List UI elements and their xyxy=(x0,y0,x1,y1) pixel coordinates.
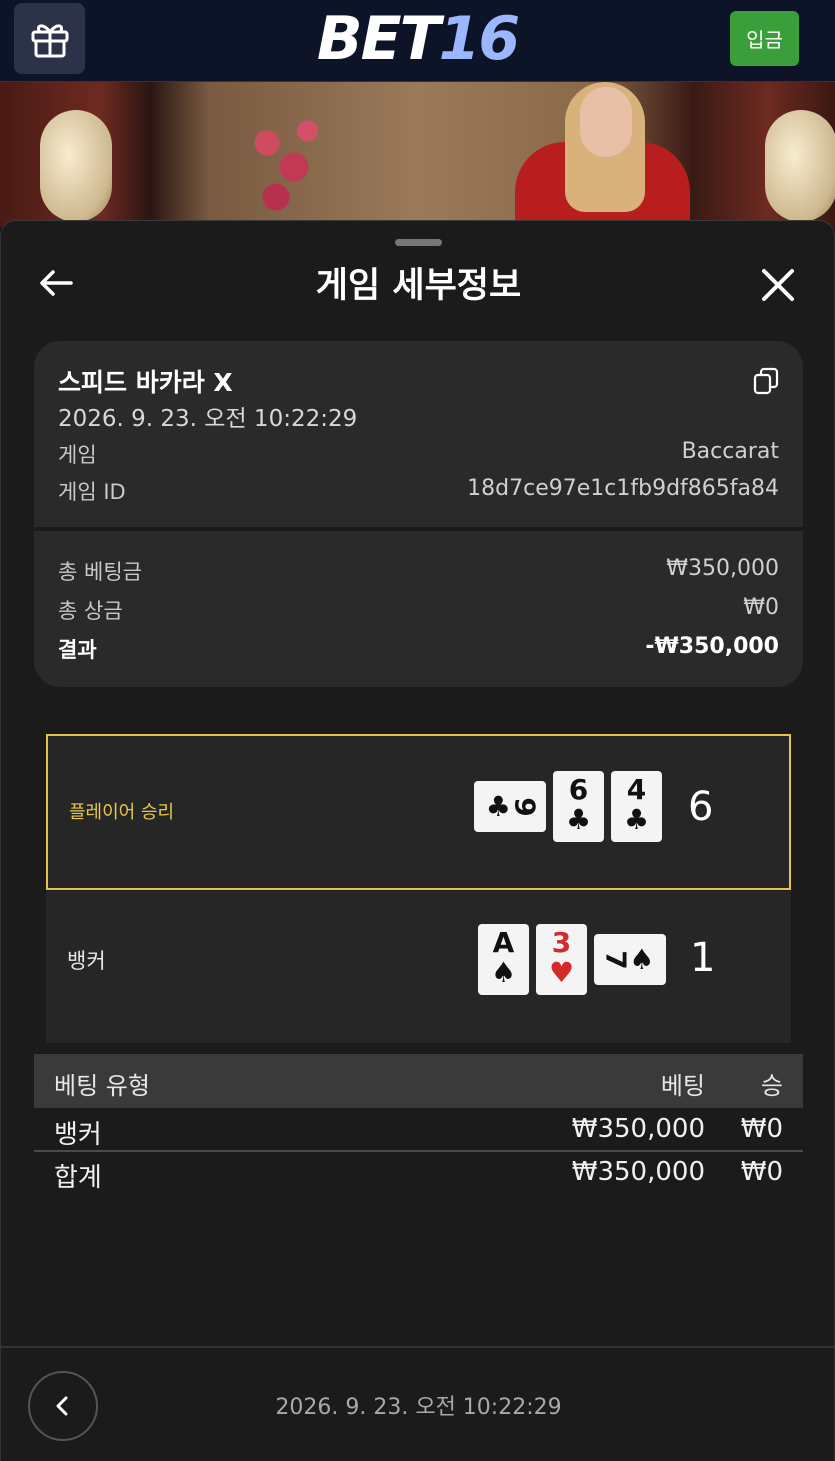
bet-summary-card: 총 베팅금 ₩350,000 총 상금 ₩0 결과 -₩350,000 xyxy=(34,531,803,687)
playing-card: A ♠ xyxy=(478,924,529,995)
game-value: Baccarat xyxy=(681,439,779,464)
sheet-title: 게임 세부정보 xyxy=(315,266,522,306)
lantern-decoration xyxy=(40,110,112,222)
banker-score: 1 xyxy=(690,935,716,981)
player-result-label: 플레이어 승리 xyxy=(69,802,175,823)
table-total-row: 합계 ₩350,000 ₩0 xyxy=(34,1153,803,1195)
game-details-sheet: 게임 세부정보 스피드 바카라 X 2026. 9. 23. 오전 10:22:… xyxy=(0,220,835,1461)
total-bet-value: ₩350,000 xyxy=(666,556,779,581)
drag-handle[interactable] xyxy=(395,239,442,246)
deposit-button[interactable]: 입금 xyxy=(730,11,799,66)
game-label: 게임 xyxy=(58,443,97,467)
win-amount-cell: ₩0 xyxy=(740,1114,783,1144)
game-info-card: 스피드 바카라 X 2026. 9. 23. 오전 10:22:29 게임 Ba… xyxy=(34,341,803,527)
table-row: 뱅커 ₩350,000 ₩0 xyxy=(34,1110,803,1152)
brand-logo[interactable]: BET16 xyxy=(0,4,835,74)
player-cards: ♣ 9 6 ♣ 4 ♣ xyxy=(474,771,662,842)
col-bet: 베팅 xyxy=(660,1072,705,1100)
flower-decoration xyxy=(240,107,330,227)
game-datetime: 2026. 9. 23. 오전 10:22:29 xyxy=(58,406,358,432)
bet-amount-cell: ₩350,000 xyxy=(571,1114,705,1144)
total-win-cell: ₩0 xyxy=(740,1157,783,1187)
playing-card: 3 ♥ xyxy=(536,924,587,995)
footer-datetime: 2026. 9. 23. 오전 10:22:29 xyxy=(275,1395,562,1420)
banker-result-box: 뱅커 A ♠ 3 ♥ 7 ♠ 1 xyxy=(46,891,791,1043)
total-win-value: ₩0 xyxy=(743,595,779,620)
result-value: -₩350,000 xyxy=(645,634,779,659)
game-id-label: 게임 ID xyxy=(58,480,126,504)
playing-card: ♣ 9 xyxy=(474,781,546,832)
lantern-decoration xyxy=(765,110,835,222)
footer-divider xyxy=(1,1346,835,1348)
game-name: 스피드 바카라 X xyxy=(58,368,233,397)
game-id-value: 18d7ce97e1c1fb9df865fa84 xyxy=(467,476,779,501)
player-score: 6 xyxy=(688,784,714,830)
banker-result-label: 뱅커 xyxy=(67,949,106,973)
playing-card: 7 ♠ xyxy=(594,934,666,985)
total-win-label: 총 상금 xyxy=(58,599,123,623)
col-bet-type: 베팅 유형 xyxy=(54,1072,150,1100)
top-bar: BET16 입금 xyxy=(0,0,835,82)
bet-type-cell: 뱅커 xyxy=(54,1120,102,1150)
total-bet-cell: ₩350,000 xyxy=(571,1157,705,1187)
dealer-image xyxy=(505,82,695,227)
playing-card: 6 ♣ xyxy=(553,771,604,842)
player-result-box: 플레이어 승리 ♣ 9 6 ♣ 4 ♣ 6 xyxy=(46,734,791,890)
result-label: 결과 xyxy=(58,638,97,662)
banker-cards: A ♠ 3 ♥ 7 ♠ xyxy=(478,924,666,995)
total-label-cell: 합계 xyxy=(54,1163,102,1193)
total-bet-label: 총 베팅금 xyxy=(58,560,142,584)
col-win: 승 xyxy=(760,1072,783,1100)
copy-icon[interactable] xyxy=(753,367,779,395)
playing-card: 4 ♣ xyxy=(611,771,662,842)
close-icon[interactable] xyxy=(759,266,797,304)
bet-table-header: 베팅 유형 베팅 승 xyxy=(34,1054,803,1108)
live-video-preview xyxy=(0,82,835,227)
